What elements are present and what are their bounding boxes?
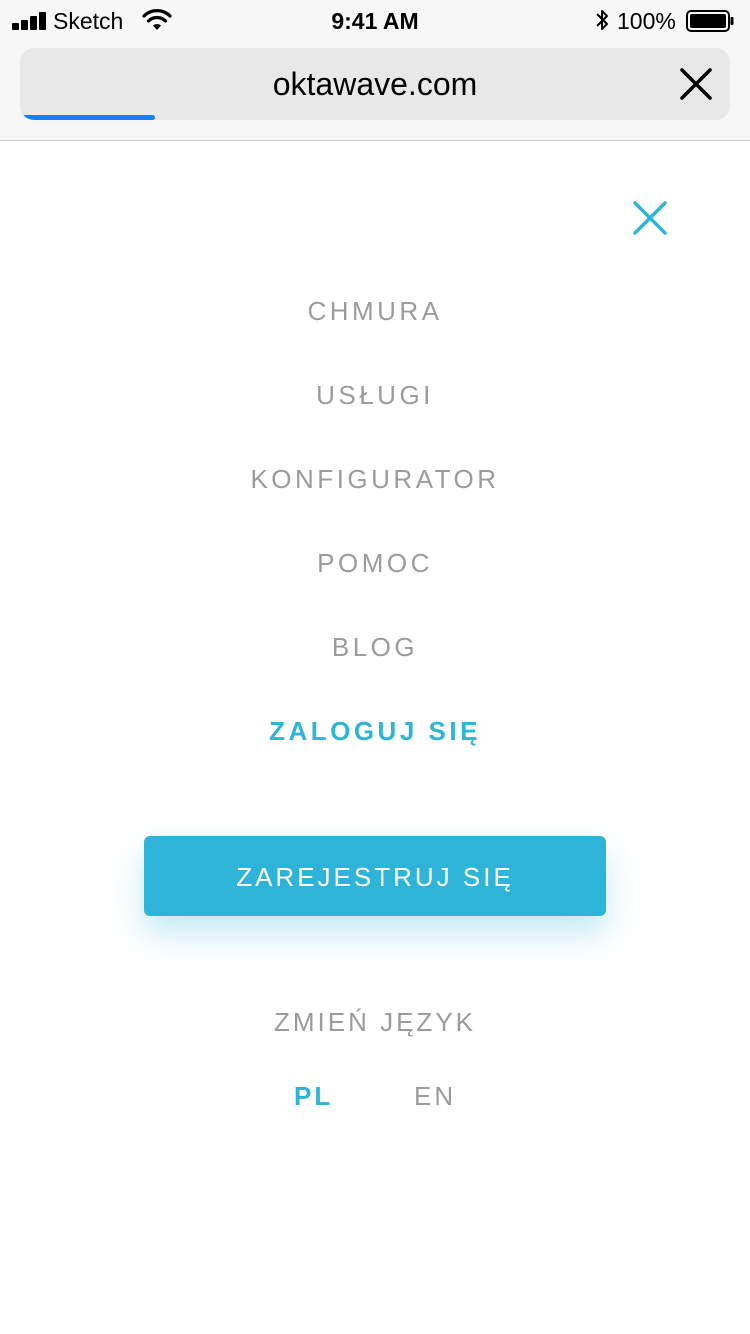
register-button[interactable]: ZAREJESTRUJ SIĘ bbox=[144, 836, 606, 916]
address-field[interactable]: oktawave.com bbox=[20, 48, 730, 120]
menu-item-blog[interactable]: BLOG bbox=[332, 630, 418, 664]
menu-item: KONFIGURATOR bbox=[0, 438, 750, 522]
close-icon[interactable] bbox=[628, 196, 672, 240]
battery-percentage: 100% bbox=[617, 8, 676, 34]
menu-item-chmura[interactable]: CHMURA bbox=[307, 294, 442, 328]
login-link[interactable]: ZALOGUJ SIĘ bbox=[269, 714, 481, 748]
menu-item: USŁUGI bbox=[0, 354, 750, 438]
menu-item-konfigurator[interactable]: KONFIGURATOR bbox=[250, 462, 499, 496]
menu-item: BLOG bbox=[0, 606, 750, 690]
battery-icon bbox=[686, 10, 734, 32]
menu-item: ZALOGUJ SIĘ bbox=[0, 690, 750, 774]
menu-item: POMOC bbox=[0, 522, 750, 606]
close-icon[interactable] bbox=[676, 64, 716, 104]
language-option-pl[interactable]: PL bbox=[294, 1079, 333, 1113]
main-menu: CHMURA USŁUGI KONFIGURATOR POMOC BLOG ZA… bbox=[0, 270, 750, 774]
status-bar: Sketch 9:41 AM 100% bbox=[0, 0, 750, 40]
menu-item: CHMURA bbox=[0, 270, 750, 354]
menu-item-uslugi[interactable]: USŁUGI bbox=[316, 378, 434, 412]
url-text: oktawave.com bbox=[272, 66, 478, 102]
menu-item-pomoc[interactable]: POMOC bbox=[317, 546, 433, 580]
bluetooth-icon bbox=[596, 10, 608, 30]
page-load-progress-bar bbox=[20, 115, 155, 120]
browser-url-bar: oktawave.com bbox=[0, 40, 750, 141]
language-switch-title: ZMIEŃ JĘZYK bbox=[273, 1007, 476, 1037]
language-option-en[interactable]: EN bbox=[414, 1079, 456, 1113]
